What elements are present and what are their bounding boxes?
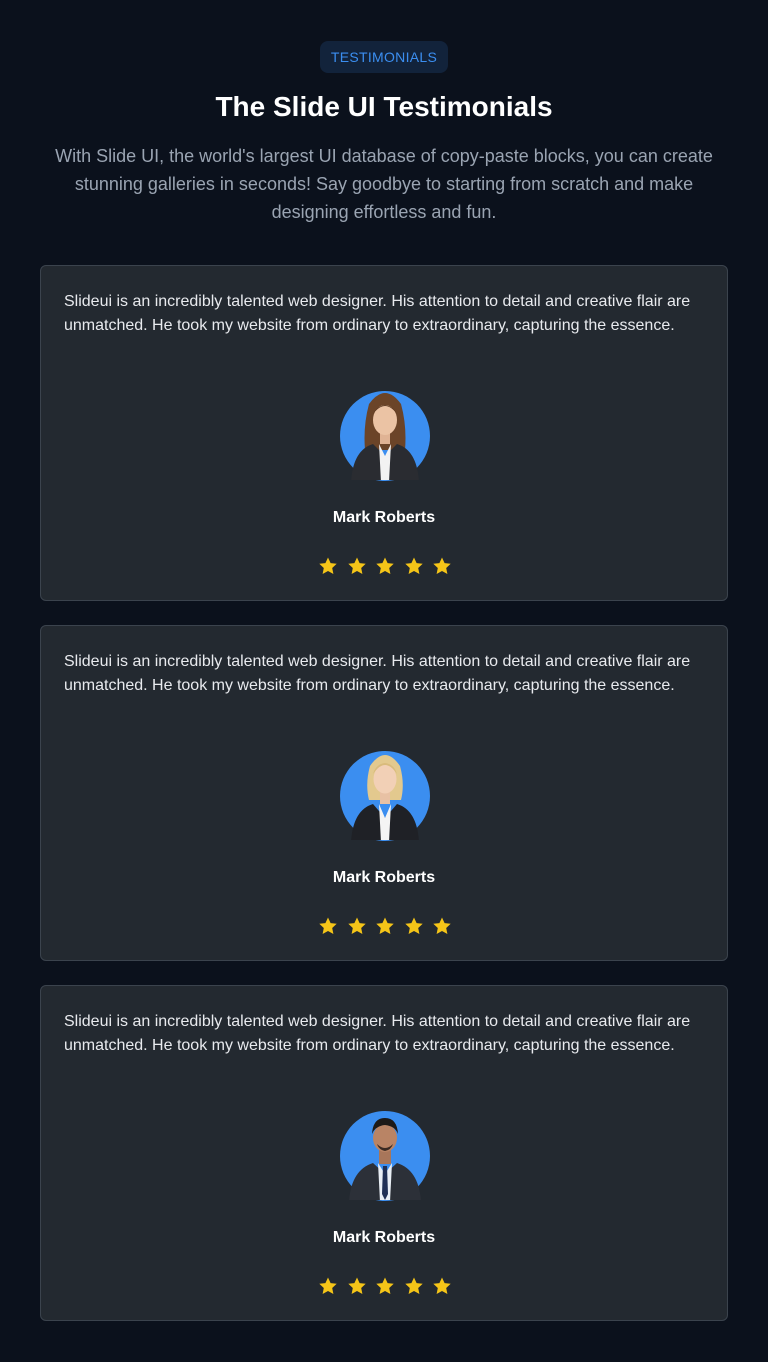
testimonial-quote: Slideui is an incredibly talented web de…: [64, 1013, 691, 1054]
star-icon: [433, 557, 451, 574]
star-icon: [319, 1277, 337, 1294]
star-icon: [319, 917, 337, 934]
star-icon: [376, 557, 394, 574]
testimonial-name: Mark Roberts: [332, 509, 436, 526]
star-icon: [433, 917, 451, 934]
testimonial-card: Slideui is an incredibly talented web de…: [40, 625, 728, 961]
testimonial-card: Slideui is an incredibly talented web de…: [40, 985, 728, 1321]
page-title: The Slide UI Testimonials: [215, 91, 553, 122]
star-icon: [404, 917, 423, 934]
section-badge: TESTIMONIALS: [320, 41, 448, 73]
star-icon: [376, 917, 394, 934]
star-icon: [404, 557, 423, 574]
star-rating: [318, 916, 452, 936]
testimonial-name: Mark Roberts: [332, 1229, 436, 1246]
star-icon: [319, 557, 337, 574]
testimonial-card: Slideui is an incredibly talented web de…: [40, 265, 728, 601]
star-icon: [433, 1277, 451, 1294]
woman-blonde-hair-avatar-icon: [339, 744, 431, 842]
testimonial-name: Mark Roberts: [332, 869, 436, 886]
testimonial-quote: Slideui is an incredibly talented web de…: [64, 653, 691, 694]
star-rating: [318, 1276, 452, 1296]
star-icon: [347, 557, 366, 574]
star-rating: [318, 556, 452, 576]
testimonial-quote: Slideui is an incredibly talented web de…: [64, 293, 691, 334]
man-suit-avatar-icon: [339, 1104, 431, 1202]
star-icon: [404, 1277, 423, 1294]
woman-brown-hair-avatar-icon: [339, 384, 431, 482]
star-icon: [376, 1277, 394, 1294]
star-icon: [347, 1277, 366, 1294]
page-subtitle: With Slide UI, the world's largest UI da…: [55, 146, 713, 222]
star-icon: [347, 917, 366, 934]
testimonials-section: TESTIMONIALS The Slide UI Testimonials W…: [0, 0, 768, 1362]
